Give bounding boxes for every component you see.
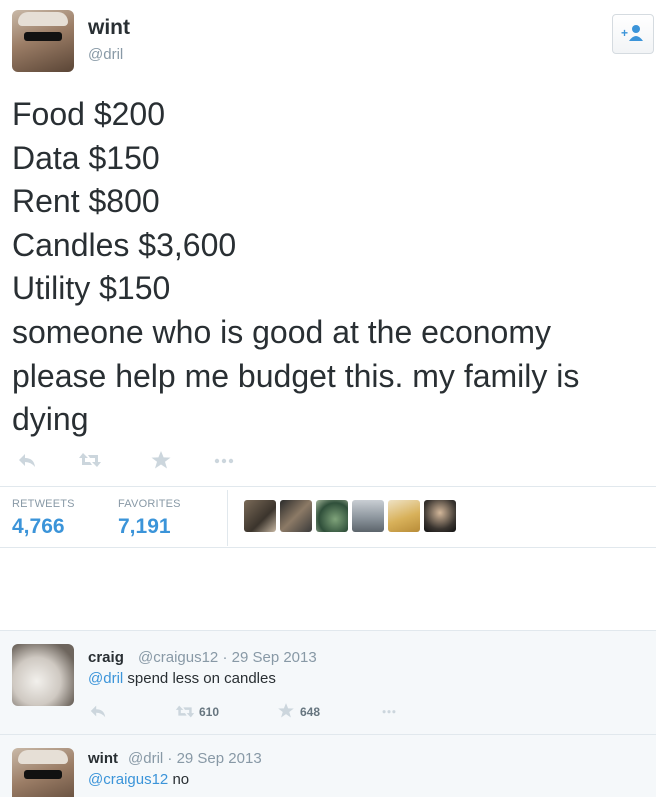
favorite-count: 648 xyxy=(300,705,321,719)
divider xyxy=(0,486,656,487)
favorite-icon[interactable] xyxy=(277,702,295,719)
avatar-sunglasses xyxy=(24,770,62,779)
favorites-label: FAVORITES xyxy=(118,498,181,510)
avatar[interactable] xyxy=(12,10,74,72)
tweet-line: someone who is good at the economy xyxy=(12,313,551,350)
reply-icon[interactable] xyxy=(88,702,108,720)
meta-separator: · xyxy=(167,750,173,767)
reply-body: spend less on candles xyxy=(123,670,276,687)
divider xyxy=(0,630,656,631)
meta-separator: · xyxy=(222,649,228,666)
stats-separator xyxy=(227,490,228,546)
favorite-icon[interactable] xyxy=(150,450,172,470)
more-icon[interactable] xyxy=(212,450,236,470)
reply-icon[interactable] xyxy=(16,450,38,470)
mention-link[interactable]: @craigus12 xyxy=(88,771,168,788)
reply-body: no xyxy=(168,771,190,788)
reply-meta: @craigus12 · 29 Sep 2013 xyxy=(138,649,317,666)
avatar[interactable] xyxy=(12,748,74,797)
tweet-line: dying xyxy=(12,401,89,438)
avatar[interactable] xyxy=(244,500,276,532)
svg-text:+: + xyxy=(621,26,628,40)
follow-user-icon: + xyxy=(621,25,643,41)
reply-date[interactable]: 29 Sep 2013 xyxy=(232,649,317,666)
user-handle[interactable]: @dril xyxy=(88,46,123,63)
tweet-text: Food $200 Data $150 Rent $800 Candles $3… xyxy=(12,93,652,442)
reply-display-name[interactable]: craig xyxy=(88,649,124,666)
tweet-actions xyxy=(0,448,656,474)
avatar-sunglasses xyxy=(24,32,62,41)
reply-text: @craigus12 no xyxy=(88,771,189,788)
retweets-label: RETWEETS xyxy=(12,498,75,510)
more-icon[interactable] xyxy=(378,704,400,718)
blank-area xyxy=(0,548,656,630)
avatar[interactable] xyxy=(424,500,456,532)
avatar[interactable] xyxy=(388,500,420,532)
tweet-line: please help me budget this. my family is xyxy=(12,357,580,394)
retweet-count: 610 xyxy=(199,705,220,719)
reply-display-name[interactable]: wint xyxy=(88,750,118,767)
favorites-count[interactable]: 7,191 xyxy=(118,515,171,539)
tweet-line: Food $200 xyxy=(12,96,166,132)
tweet-header: wint @dril + xyxy=(0,0,656,80)
avatar[interactable] xyxy=(352,500,384,532)
reply-text: @dril spend less on candles xyxy=(88,670,276,687)
reply-handle[interactable]: @dril xyxy=(128,750,163,767)
retweet-icon[interactable] xyxy=(175,703,195,720)
follow-button[interactable]: + xyxy=(612,14,654,54)
avatar-hair xyxy=(18,750,68,764)
tweet-line: Candles $3,600 xyxy=(12,226,237,263)
tweet-page: wint @dril + Food $200 Data $150 Rent $8… xyxy=(0,0,656,797)
avatar[interactable] xyxy=(316,500,348,532)
tweet-line: Utility $150 xyxy=(12,270,171,307)
display-name[interactable]: wint xyxy=(88,16,130,40)
avatar[interactable] xyxy=(280,500,312,532)
reply-date[interactable]: 29 Sep 2013 xyxy=(177,750,262,767)
divider xyxy=(0,734,656,735)
retweets-count[interactable]: 4,766 xyxy=(12,515,65,539)
retweet-icon[interactable] xyxy=(78,450,102,470)
tweet-line: Rent $800 xyxy=(12,183,160,220)
mention-link[interactable]: @dril xyxy=(88,670,123,687)
replies-section: craig @craigus12 · 29 Sep 2013 @dril spe… xyxy=(0,630,656,797)
avatar[interactable] xyxy=(12,644,74,706)
avatar-hair xyxy=(18,12,68,26)
tweet-line: Data $150 xyxy=(12,139,160,176)
reply-handle[interactable]: @craigus12 xyxy=(138,649,218,666)
reply-meta: @dril · 29 Sep 2013 xyxy=(128,750,262,767)
